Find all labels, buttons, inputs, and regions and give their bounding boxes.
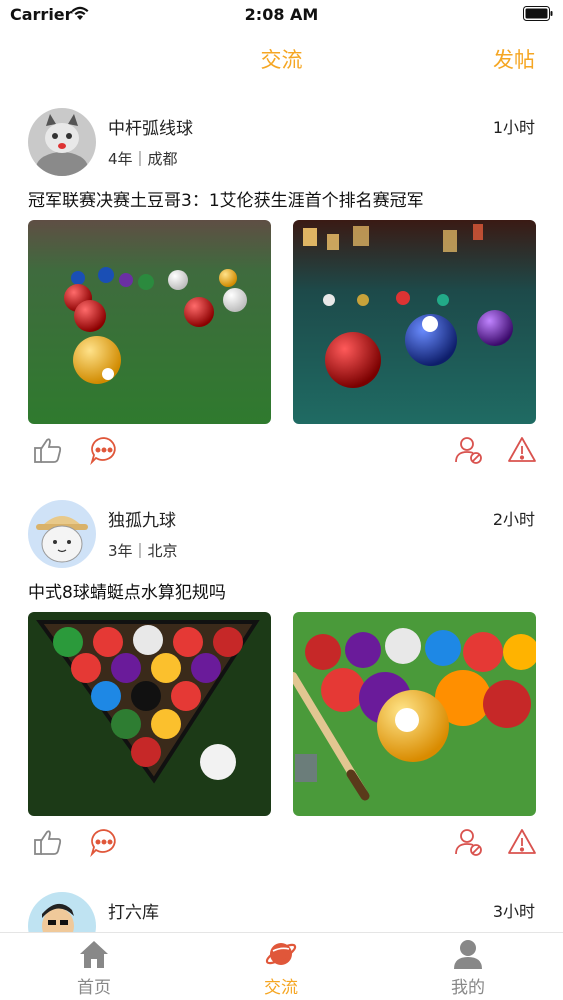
cat-avatar-icon xyxy=(28,108,96,176)
block-user-icon[interactable] xyxy=(453,826,485,858)
like-icon[interactable] xyxy=(32,826,64,858)
tab-bar: 首页 交流 我的 xyxy=(0,932,563,1000)
page-title: 交流 xyxy=(260,48,303,72)
planet-icon xyxy=(265,943,297,965)
report-icon[interactable] xyxy=(506,434,538,466)
status-bar: Carrier 2:08 AM xyxy=(0,0,563,30)
user-icon xyxy=(454,940,482,969)
post-card[interactable]: 中杆弧线球 4年｜成都 1小时 冠军联赛决赛土豆哥3：1艾伦获生涯首个排名赛冠军 xyxy=(0,108,563,468)
author-meta: 3年｜北京 xyxy=(108,542,178,560)
like-icon[interactable] xyxy=(32,434,64,466)
home-icon xyxy=(80,941,108,968)
avatar[interactable] xyxy=(28,500,96,568)
post-image[interactable] xyxy=(293,220,536,424)
cartoon-avatar-icon xyxy=(28,892,96,932)
status-time: 2:08 AM xyxy=(244,5,319,24)
nav-header: 交流 发帖 xyxy=(0,30,563,88)
block-user-icon[interactable] xyxy=(453,434,485,466)
tab-community[interactable]: 交流 xyxy=(221,937,341,999)
post-image[interactable] xyxy=(293,612,536,816)
post-actions xyxy=(0,434,563,468)
post-title[interactable]: 冠军联赛决赛土豆哥3：1艾伦获生涯首个排名赛冠军 xyxy=(28,186,424,211)
new-post-button[interactable]: 发帖 xyxy=(493,44,535,74)
author-name[interactable]: 独孤九球 xyxy=(108,506,176,531)
post-image[interactable] xyxy=(28,220,271,424)
comment-icon[interactable] xyxy=(88,826,120,858)
author-meta: 4年｜成都 xyxy=(108,150,178,168)
comment-icon[interactable] xyxy=(88,434,120,466)
post-card[interactable]: 独孤九球 3年｜北京 2小时 中式8球蜻蜓点水算犯规吗 xyxy=(0,500,563,860)
battery-icon xyxy=(523,6,553,21)
avatar[interactable] xyxy=(28,108,96,176)
tab-label: 我的 xyxy=(451,978,485,998)
author-name[interactable]: 中杆弧线球 xyxy=(108,114,193,139)
report-icon[interactable] xyxy=(506,826,538,858)
post-card[interactable]: 打六库 3小时 xyxy=(0,892,563,932)
cartoon-avatar-icon xyxy=(28,500,96,568)
tab-label: 首页 xyxy=(77,978,111,998)
avatar[interactable] xyxy=(28,892,96,932)
tab-home[interactable]: 首页 xyxy=(34,937,154,999)
post-image[interactable] xyxy=(28,612,271,816)
tab-label: 交流 xyxy=(264,978,298,998)
author-name[interactable]: 打六库 xyxy=(108,898,159,923)
post-title[interactable]: 中式8球蜻蜓点水算犯规吗 xyxy=(28,578,226,603)
post-time: 1小时 xyxy=(492,118,535,137)
tab-mine[interactable]: 我的 xyxy=(408,937,528,999)
post-actions xyxy=(0,826,563,860)
post-time: 3小时 xyxy=(492,902,535,921)
post-time: 2小时 xyxy=(492,510,535,529)
